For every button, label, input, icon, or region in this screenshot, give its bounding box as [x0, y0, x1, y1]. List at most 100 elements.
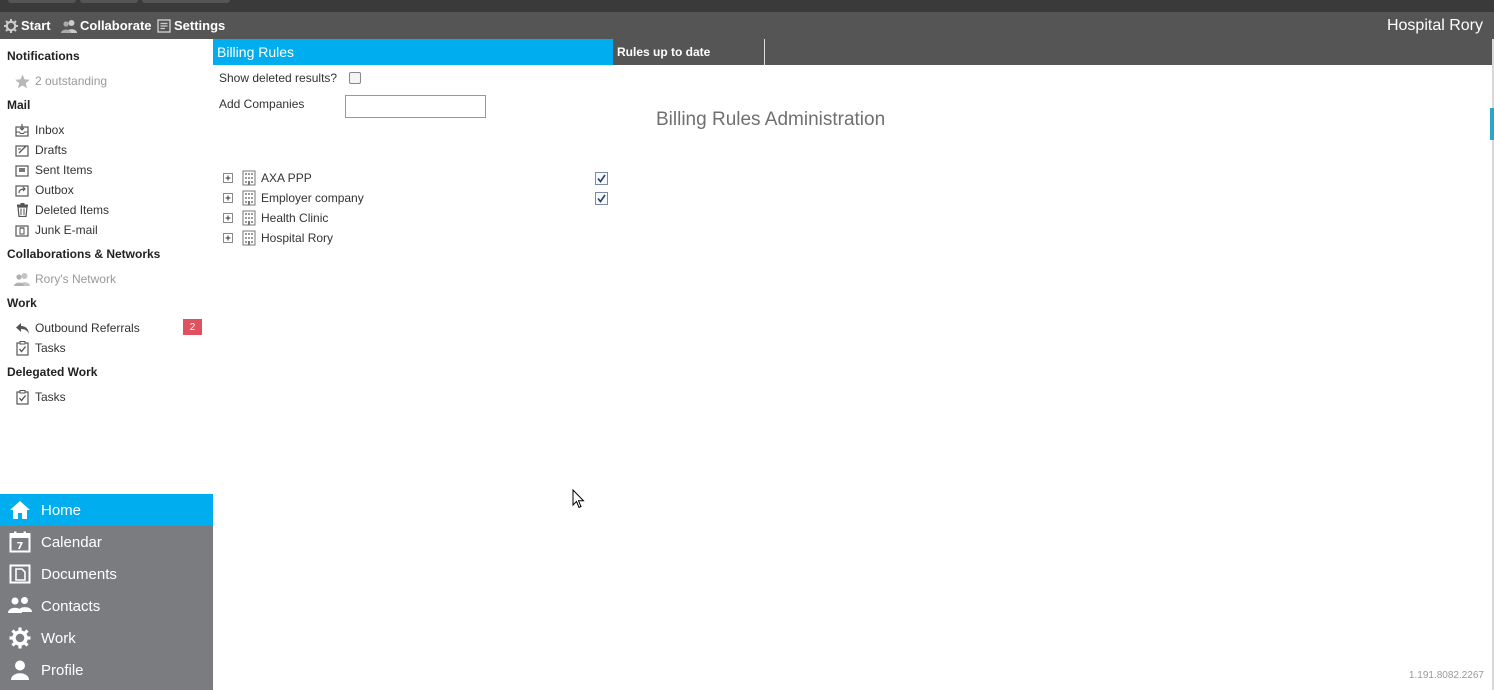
tasks-label: Tasks — [35, 341, 66, 355]
sent-icon — [14, 162, 30, 178]
tree-row-hospital-rory[interactable]: Hospital Rory — [223, 228, 333, 248]
app-title: Hospital Rory — [1386, 16, 1483, 34]
sidebar-item-label: Inbox — [35, 123, 65, 137]
building-icon — [242, 210, 256, 226]
company-name: Employer company — [261, 191, 364, 205]
sidebar-item-sent-items[interactable]: Sent Items — [14, 160, 92, 180]
building-icon — [242, 190, 256, 206]
add-companies-input[interactable] — [345, 95, 486, 118]
settings-menu[interactable]: Settings — [157, 12, 225, 39]
nav-label: Contacts — [41, 597, 101, 615]
browser-tab — [142, 0, 230, 3]
nav-label: Profile — [41, 661, 84, 679]
nav-calendar[interactable]: 7 Calendar — [0, 526, 213, 558]
sidebar-item-inbox[interactable]: Inbox — [14, 120, 64, 140]
clipboard-check-icon — [14, 389, 30, 405]
version-label: 1.191.8082.2267 — [1408, 670, 1484, 681]
company-checkbox-axa-ppp[interactable] — [595, 172, 608, 185]
company-checkbox-employer-company[interactable] — [595, 192, 608, 205]
reply-arrow-icon — [14, 320, 30, 336]
outbound-referrals-label: Outbound Referrals — [35, 321, 140, 335]
sidebar-item-outbound-referrals[interactable]: Outbound Referrals — [14, 318, 140, 338]
start-menu[interactable]: Start — [4, 12, 51, 39]
sidebar-item-deleted-items[interactable]: Deleted Items — [14, 200, 109, 220]
sidebar-item-label: Junk E-mail — [35, 223, 98, 237]
sidebar-item-delegated-tasks[interactable]: Tasks — [14, 387, 66, 407]
menu-bar: Start Collaborate Settings Hospital Rory — [0, 12, 1494, 39]
tree-row-health-clinic[interactable]: Health Clinic — [223, 208, 328, 228]
documents-icon — [8, 562, 32, 586]
company-name: Hospital Rory — [261, 231, 334, 245]
gear-icon — [8, 626, 32, 650]
notifications-heading: Notifications — [7, 49, 80, 63]
sidebar-item-outstanding[interactable]: 2 outstanding — [14, 71, 107, 91]
sidebar: Notifications 2 outstanding Mail Inbox D… — [0, 39, 213, 494]
nav-profile[interactable]: Profile — [0, 654, 213, 686]
checkmark-icon — [597, 174, 606, 183]
expand-icon[interactable] — [223, 173, 233, 183]
company-name: AXA PPP — [261, 171, 312, 185]
expand-icon[interactable] — [223, 213, 233, 223]
tree-row-axa-ppp[interactable]: AXA PPP — [223, 168, 312, 188]
nav-label: Calendar — [41, 533, 102, 551]
company-name: Health Clinic — [261, 211, 329, 225]
show-deleted-label: Show deleted results? — [219, 71, 338, 85]
browser-tab — [80, 0, 138, 3]
building-icon — [242, 170, 256, 186]
expand-icon[interactable] — [223, 193, 233, 203]
tab-billing-rules[interactable]: Billing Rules — [213, 39, 613, 65]
delegated-work-heading: Delegated Work — [7, 365, 98, 379]
page-title: Billing Rules Administration — [656, 109, 886, 130]
outbound-count-badge: 2 — [183, 319, 202, 335]
inbox-icon — [14, 122, 30, 138]
collaborations-heading: Collaborations & Networks — [7, 247, 161, 261]
expand-icon[interactable] — [223, 233, 233, 243]
scroll-marker[interactable] — [1490, 108, 1494, 140]
collaborate-label: Collaborate — [80, 18, 152, 33]
trash-icon — [14, 202, 30, 218]
sidebar-item-tasks[interactable]: Tasks — [14, 338, 66, 358]
sidebar-item-drafts[interactable]: Drafts — [14, 140, 67, 160]
show-deleted-checkbox[interactable] — [349, 72, 361, 84]
drafts-icon — [14, 142, 30, 158]
nav-label: Documents — [41, 565, 117, 583]
nav-documents[interactable]: Documents — [0, 558, 213, 590]
nav-work[interactable]: Work — [0, 622, 213, 654]
home-icon — [8, 498, 32, 522]
outstanding-label: 2 outstanding — [35, 74, 108, 88]
work-heading: Work — [7, 296, 37, 310]
mail-heading: Mail — [7, 98, 31, 112]
sidebar-item-junk-email[interactable]: Junk E-mail — [14, 220, 98, 240]
sidebar-item-label: Sent Items — [35, 163, 93, 177]
checkmark-icon — [597, 194, 606, 203]
contacts-icon — [8, 594, 32, 618]
tab-rules-up-to-date[interactable]: Rules up to date — [614, 39, 765, 65]
delegated-tasks-label: Tasks — [35, 390, 66, 404]
sidebar-item-label: Deleted Items — [35, 203, 110, 217]
sidebar-item-outbox[interactable]: Outbox — [14, 180, 74, 200]
sidebar-item-network[interactable]: Rory's Network — [14, 269, 116, 289]
nav-label: Home — [41, 501, 82, 519]
tree-row-employer-company[interactable]: Employer company — [223, 188, 364, 208]
add-companies-label: Add Companies — [219, 97, 305, 111]
junk-icon — [14, 222, 30, 238]
network-label: Rory's Network — [35, 272, 116, 286]
calendar-icon: 7 — [8, 530, 32, 554]
gear-icon — [4, 18, 18, 33]
settings-label: Settings — [174, 18, 226, 33]
nav-contacts[interactable]: Contacts — [0, 590, 213, 622]
building-icon — [242, 230, 256, 246]
outbox-icon — [14, 182, 30, 198]
clipboard-check-icon — [14, 340, 30, 356]
bottom-navigation: Home 7 Calendar Documents Contacts Work … — [0, 494, 213, 690]
nav-label: Work — [41, 629, 76, 647]
collaborate-menu[interactable]: Collaborate — [61, 12, 152, 39]
start-label: Start — [21, 18, 51, 33]
nav-home[interactable]: Home — [0, 494, 213, 526]
tab-bar: Billing Rules Rules up to date — [213, 39, 1494, 65]
people-icon — [61, 19, 77, 33]
sidebar-item-label: Drafts — [35, 143, 68, 157]
browser-tab — [8, 0, 76, 3]
user-icon — [8, 658, 32, 682]
svg-text:7: 7 — [17, 541, 24, 552]
